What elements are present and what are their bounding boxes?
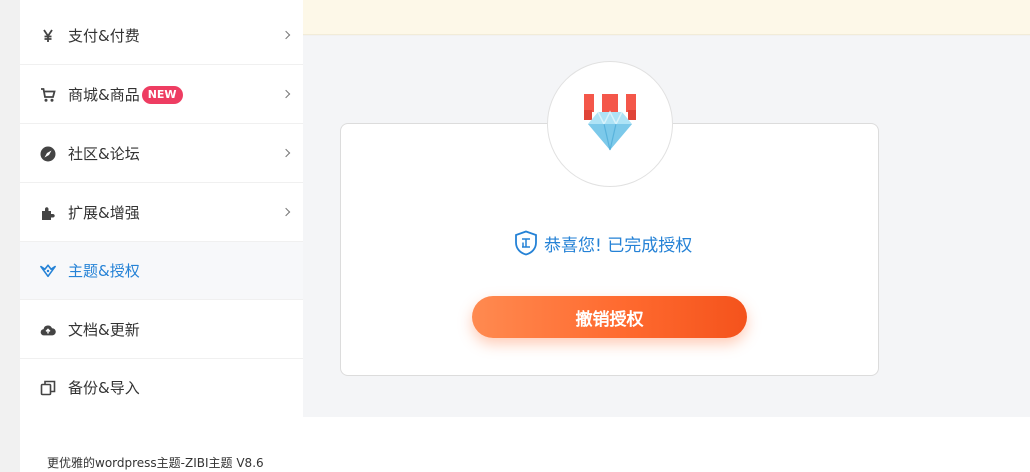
- sidebar-item-payment[interactable]: 支付&付费: [20, 7, 303, 65]
- medal-badge: [547, 61, 673, 187]
- chevron-right-icon: [281, 30, 291, 39]
- new-badge: NEW: [141, 85, 183, 104]
- sidebar-item-label: 文档&更新: [68, 320, 140, 339]
- license-status-text: 恭喜您! 已完成授权: [544, 235, 693, 256]
- shield-check-icon: [515, 230, 537, 256]
- sidebar-item-label: 社区&论坛: [68, 144, 140, 163]
- theme-logo-icon: [40, 263, 56, 279]
- sidebar-item-community[interactable]: 社区&论坛: [20, 125, 303, 183]
- sidebar-item-shop[interactable]: 商城&商品 NEW: [20, 66, 303, 124]
- sidebar-item-docs[interactable]: 文档&更新: [20, 301, 303, 359]
- chevron-right-icon: [281, 89, 291, 98]
- copy-icon: [40, 380, 56, 396]
- sidebar-item-extensions[interactable]: 扩展&增强: [20, 184, 303, 242]
- compass-icon: [40, 146, 56, 162]
- cart-icon: [40, 87, 56, 103]
- yen-icon: [40, 28, 56, 44]
- sidebar-item-label: 扩展&增强: [68, 203, 140, 222]
- license-success-message: 恭喜您! 已完成授权: [514, 230, 692, 256]
- diamond-medal-icon: [584, 94, 636, 151]
- sidebar-item-label: 备份&导入: [68, 379, 140, 397]
- footer-version: 更优雅的wordpress主题-ZIBI主题 V8.6: [47, 456, 264, 470]
- sidebar-item-label: 主题&授权: [68, 261, 140, 280]
- sidebar-item-label: 支付&付费: [68, 26, 140, 45]
- notice-banner: [303, 0, 1030, 35]
- chevron-right-icon: [281, 148, 291, 157]
- sidebar-item-backup[interactable]: 备份&导入: [20, 359, 303, 417]
- puzzle-icon: [40, 205, 56, 221]
- revoke-license-button[interactable]: 撤销授权: [472, 296, 747, 338]
- sidebar-item-theme-license[interactable]: 主题&授权: [20, 242, 303, 300]
- settings-sidebar: 支付&付费 商城&商品 NEW 社区&论坛 扩展&增强 主题&授权 文档&更新 …: [20, 0, 303, 417]
- chevron-right-icon: [281, 207, 291, 216]
- sidebar-item-label: 商城&商品: [68, 85, 140, 104]
- cloud-upload-icon: [40, 322, 56, 338]
- footer: 更优雅的wordpress主题-ZIBI主题 V8.6: [20, 417, 1030, 472]
